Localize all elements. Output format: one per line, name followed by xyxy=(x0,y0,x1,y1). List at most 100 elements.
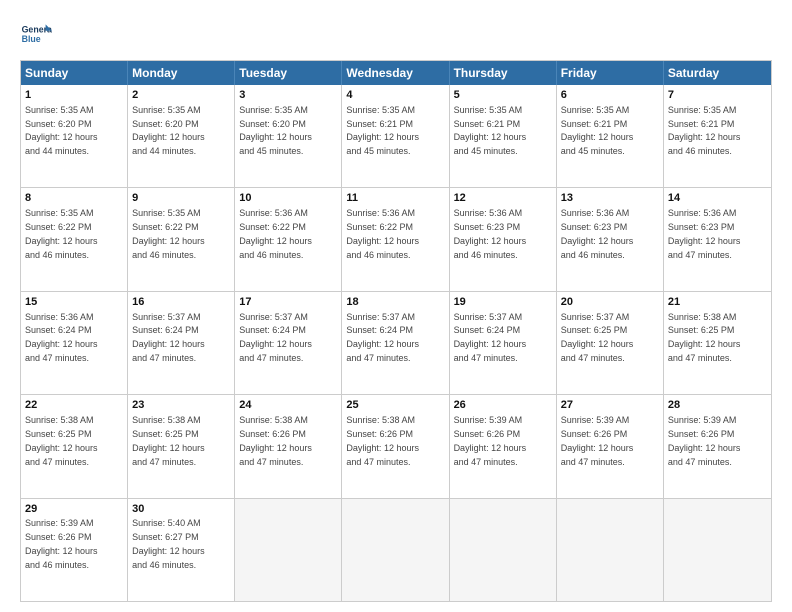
logo: General Blue xyxy=(20,18,52,50)
cell-info: Sunrise: 5:35 AMSunset: 6:20 PMDaylight:… xyxy=(132,105,205,156)
cell-info: Sunrise: 5:37 AMSunset: 6:24 PMDaylight:… xyxy=(132,312,205,363)
day-number: 1 xyxy=(25,88,123,103)
cell-info: Sunrise: 5:38 AMSunset: 6:25 PMDaylight:… xyxy=(25,415,98,466)
cell-info: Sunrise: 5:37 AMSunset: 6:25 PMDaylight:… xyxy=(561,312,634,363)
weekday-header: Thursday xyxy=(450,61,557,85)
calendar-cell: 11Sunrise: 5:36 AMSunset: 6:22 PMDayligh… xyxy=(342,188,449,290)
day-number: 13 xyxy=(561,191,659,206)
calendar-cell: 4 Sunrise: 5:35 AMSunset: 6:21 PMDaylight… xyxy=(342,85,449,187)
cell-info: Sunrise: 5:39 AMSunset: 6:26 PMDaylight:… xyxy=(561,415,634,466)
cell-info: Sunrise: 5:35 AMSunset: 6:21 PMDaylight:… xyxy=(346,105,419,156)
day-number: 20 xyxy=(561,295,659,310)
cell-info: Sunrise: 5:35 AMSunset: 6:22 PMDaylight:… xyxy=(132,208,205,259)
calendar-cell: 2 Sunrise: 5:35 AMSunset: 6:20 PMDaylight… xyxy=(128,85,235,187)
cell-info: Sunrise: 5:37 AMSunset: 6:24 PMDaylight:… xyxy=(346,312,419,363)
calendar-cell-empty xyxy=(664,499,771,601)
cell-info: Sunrise: 5:36 AMSunset: 6:24 PMDaylight:… xyxy=(25,312,98,363)
weekday-header: Sunday xyxy=(21,61,128,85)
calendar-cell: 5Sunrise: 5:35 AMSunset: 6:21 PMDaylight… xyxy=(450,85,557,187)
cell-info: Sunrise: 5:39 AMSunset: 6:26 PMDaylight:… xyxy=(454,415,527,466)
calendar-cell: 12 Sunrise: 5:36 AMSunset: 6:23 PMDayligh… xyxy=(450,188,557,290)
header: General Blue xyxy=(20,18,772,50)
calendar-cell: 16 Sunrise: 5:37 AMSunset: 6:24 PMDayligh… xyxy=(128,292,235,394)
calendar-cell-empty xyxy=(342,499,449,601)
cell-info: Sunrise: 5:36 AMSunset: 6:23 PMDaylight:… xyxy=(561,208,634,259)
cell-info: Sunrise: 5:39 AMSunset: 6:26 PMDaylight:… xyxy=(25,518,98,569)
calendar-cell: 30Sunrise: 5:40 AMSunset: 6:27 PMDayligh… xyxy=(128,499,235,601)
cell-info: Sunrise: 5:35 AMSunset: 6:20 PMDaylight:… xyxy=(25,105,98,156)
calendar-cell: 1 Sunrise: 5:35 AMSunset: 6:20 PMDaylight… xyxy=(21,85,128,187)
cell-info: Sunrise: 5:39 AMSunset: 6:26 PMDaylight:… xyxy=(668,415,741,466)
calendar-cell: 3 Sunrise: 5:35 AMSunset: 6:20 PMDaylight… xyxy=(235,85,342,187)
day-number: 29 xyxy=(25,502,123,517)
logo-icon: General Blue xyxy=(20,18,52,50)
calendar-cell: 20 Sunrise: 5:37 AMSunset: 6:25 PMDayligh… xyxy=(557,292,664,394)
calendar-body: 1 Sunrise: 5:35 AMSunset: 6:20 PMDaylight… xyxy=(21,85,771,601)
cell-info: Sunrise: 5:38 AMSunset: 6:26 PMDaylight:… xyxy=(346,415,419,466)
calendar-week-row: 15 Sunrise: 5:36 AMSunset: 6:24 PMDayligh… xyxy=(21,291,771,394)
day-number: 16 xyxy=(132,295,230,310)
calendar-cell: 19 Sunrise: 5:37 AMSunset: 6:24 PMDayligh… xyxy=(450,292,557,394)
day-number: 27 xyxy=(561,398,659,413)
day-number: 9 xyxy=(132,191,230,206)
calendar-cell: 15 Sunrise: 5:36 AMSunset: 6:24 PMDayligh… xyxy=(21,292,128,394)
calendar-cell-empty xyxy=(557,499,664,601)
weekday-header: Saturday xyxy=(664,61,771,85)
cell-info: Sunrise: 5:36 AMSunset: 6:23 PMDaylight:… xyxy=(668,208,741,259)
cell-info: Sunrise: 5:38 AMSunset: 6:25 PMDaylight:… xyxy=(132,415,205,466)
calendar-cell: 6Sunrise: 5:35 AMSunset: 6:21 PMDaylight… xyxy=(557,85,664,187)
cell-info: Sunrise: 5:36 AMSunset: 6:23 PMDaylight:… xyxy=(454,208,527,259)
calendar: SundayMondayTuesdayWednesdayThursdayFrid… xyxy=(20,60,772,602)
calendar-cell: 18 Sunrise: 5:37 AMSunset: 6:24 PMDayligh… xyxy=(342,292,449,394)
day-number: 2 xyxy=(132,88,230,103)
cell-info: Sunrise: 5:35 AMSunset: 6:21 PMDaylight:… xyxy=(561,105,634,156)
cell-info: Sunrise: 5:38 AMSunset: 6:26 PMDaylight:… xyxy=(239,415,312,466)
day-number: 12 xyxy=(454,191,552,206)
cell-info: Sunrise: 5:35 AMSunset: 6:22 PMDaylight:… xyxy=(25,208,98,259)
svg-text:Blue: Blue xyxy=(22,34,41,44)
day-number: 19 xyxy=(454,295,552,310)
day-number: 24 xyxy=(239,398,337,413)
day-number: 17 xyxy=(239,295,337,310)
weekday-header: Friday xyxy=(557,61,664,85)
calendar-cell: 8 Sunrise: 5:35 AMSunset: 6:22 PMDaylight… xyxy=(21,188,128,290)
day-number: 3 xyxy=(239,88,337,103)
day-number: 8 xyxy=(25,191,123,206)
calendar-cell-empty xyxy=(450,499,557,601)
calendar-week-row: 8 Sunrise: 5:35 AMSunset: 6:22 PMDaylight… xyxy=(21,187,771,290)
calendar-cell: 24 Sunrise: 5:38 AMSunset: 6:26 PMDayligh… xyxy=(235,395,342,497)
calendar-cell: 13 Sunrise: 5:36 AMSunset: 6:23 PMDayligh… xyxy=(557,188,664,290)
weekday-header: Wednesday xyxy=(342,61,449,85)
cell-info: Sunrise: 5:37 AMSunset: 6:24 PMDaylight:… xyxy=(454,312,527,363)
page: General Blue SundayMondayTuesdayWednesda… xyxy=(0,0,792,612)
calendar-week-row: 1 Sunrise: 5:35 AMSunset: 6:20 PMDaylight… xyxy=(21,85,771,187)
day-number: 22 xyxy=(25,398,123,413)
day-number: 15 xyxy=(25,295,123,310)
weekday-header: Tuesday xyxy=(235,61,342,85)
day-number: 4 xyxy=(346,88,444,103)
calendar-cell: 14Sunrise: 5:36 AMSunset: 6:23 PMDayligh… xyxy=(664,188,771,290)
day-number: 11 xyxy=(346,191,444,206)
day-number: 21 xyxy=(668,295,767,310)
calendar-cell: 23 Sunrise: 5:38 AMSunset: 6:25 PMDayligh… xyxy=(128,395,235,497)
calendar-cell: 26Sunrise: 5:39 AMSunset: 6:26 PMDayligh… xyxy=(450,395,557,497)
day-number: 23 xyxy=(132,398,230,413)
cell-info: Sunrise: 5:35 AMSunset: 6:21 PMDaylight:… xyxy=(454,105,527,156)
calendar-cell: 9 Sunrise: 5:35 AMSunset: 6:22 PMDaylight… xyxy=(128,188,235,290)
weekday-header: Monday xyxy=(128,61,235,85)
calendar-cell: 10 Sunrise: 5:36 AMSunset: 6:22 PMDayligh… xyxy=(235,188,342,290)
cell-info: Sunrise: 5:38 AMSunset: 6:25 PMDaylight:… xyxy=(668,312,741,363)
day-number: 30 xyxy=(132,502,230,517)
calendar-cell: 27 Sunrise: 5:39 AMSunset: 6:26 PMDayligh… xyxy=(557,395,664,497)
calendar-cell-empty xyxy=(235,499,342,601)
calendar-cell: 7Sunrise: 5:35 AMSunset: 6:21 PMDaylight… xyxy=(664,85,771,187)
day-number: 25 xyxy=(346,398,444,413)
day-number: 10 xyxy=(239,191,337,206)
calendar-cell: 17Sunrise: 5:37 AMSunset: 6:24 PMDayligh… xyxy=(235,292,342,394)
cell-info: Sunrise: 5:35 AMSunset: 6:20 PMDaylight:… xyxy=(239,105,312,156)
cell-info: Sunrise: 5:36 AMSunset: 6:22 PMDaylight:… xyxy=(239,208,312,259)
day-number: 28 xyxy=(668,398,767,413)
calendar-header: SundayMondayTuesdayWednesdayThursdayFrid… xyxy=(21,61,771,85)
cell-info: Sunrise: 5:40 AMSunset: 6:27 PMDaylight:… xyxy=(132,518,205,569)
day-number: 18 xyxy=(346,295,444,310)
